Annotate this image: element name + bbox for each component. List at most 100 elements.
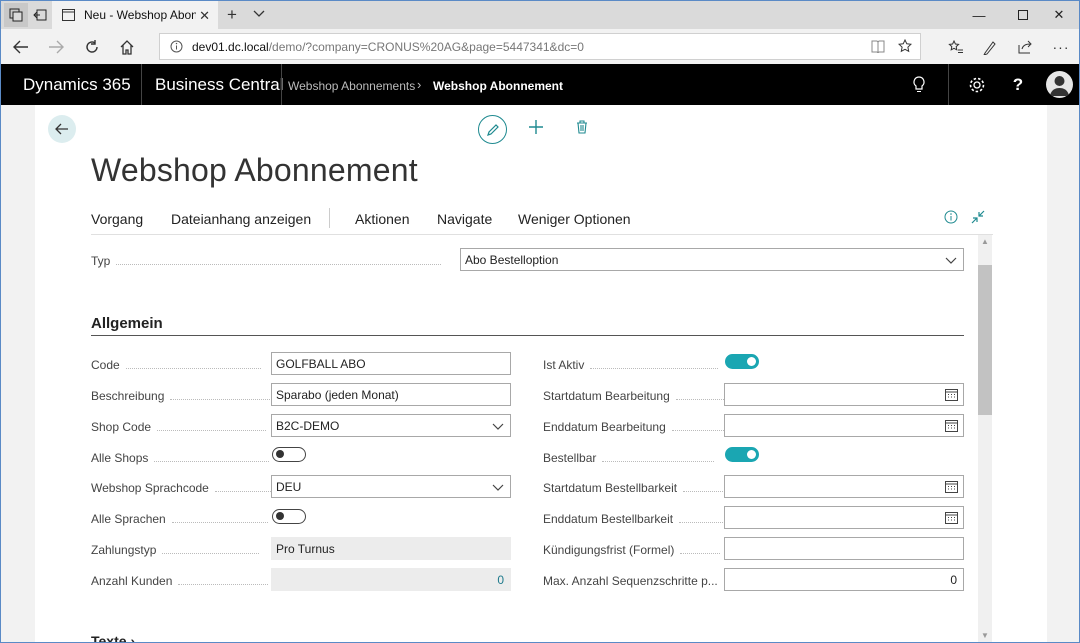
enddatum-bestellbarkeit-field[interactable]: [724, 506, 964, 529]
set-tabs-aside-icon[interactable]: [28, 3, 52, 27]
chevron-down-icon: [945, 257, 957, 264]
help-icon[interactable]: ?: [1007, 74, 1029, 96]
close-window-icon[interactable]: ✕: [1037, 1, 1079, 29]
startdatum-bearbeitung-field[interactable]: [724, 383, 964, 406]
divider: [141, 64, 142, 105]
favorite-star-icon[interactable]: [898, 39, 912, 53]
browser-tab[interactable]: Neu - Webshop Abonne ✕: [52, 1, 218, 29]
zahlungstyp-field: Pro Turnus: [271, 537, 511, 560]
section-title[interactable]: Allgemein: [91, 315, 163, 332]
reading-view-icon[interactable]: [871, 40, 885, 53]
field-label-alle-sprachen: Alle Sprachen: [91, 512, 268, 526]
pencil-icon: [486, 123, 499, 136]
back-icon[interactable]: [9, 35, 33, 59]
minimize-icon[interactable]: —: [957, 1, 1001, 29]
address-bar[interactable]: dev01.dc.local/demo/?company=CRONUS%20AG…: [159, 33, 921, 60]
refresh-icon[interactable]: [80, 35, 104, 59]
startdatum-bestellbarkeit-field[interactable]: [724, 475, 964, 498]
field-label-startdatum-bearbeitung: Startdatum Bearbeitung: [543, 389, 724, 403]
typ-select[interactable]: Abo Bestelloption: [460, 248, 964, 271]
lightbulb-icon[interactable]: [908, 74, 930, 96]
chevron-down-icon: [492, 484, 504, 491]
field-label-kuendigungsfrist: Kündigungsfrist (Formel): [543, 543, 721, 557]
app-header: Dynamics 365 Business Central Webshop Ab…: [1, 64, 1079, 105]
action-aktionen[interactable]: Aktionen: [355, 211, 409, 227]
collapse-icon[interactable]: [971, 210, 985, 224]
edit-button[interactable]: [478, 115, 507, 144]
page-icon: [62, 9, 75, 21]
sprachcode-select[interactable]: DEU: [271, 475, 511, 498]
field-label-startdatum-bestellbarkeit: Startdatum Bestellbarkeit: [543, 481, 724, 495]
max-sequenzschritte-field[interactable]: 0: [724, 568, 964, 591]
enddatum-bearbeitung-field[interactable]: [724, 414, 964, 437]
field-label-beschreibung: Beschreibung: [91, 389, 271, 403]
scroll-down-icon[interactable]: ▼: [981, 631, 989, 640]
field-label-enddatum-bestellbarkeit: Enddatum Bestellbarkeit: [543, 512, 728, 526]
share-icon[interactable]: [1013, 35, 1037, 59]
bestellbar-toggle[interactable]: [725, 447, 759, 462]
action-vorgang[interactable]: Vorgang: [91, 211, 143, 227]
breadcrumb-current: Webshop Abonnement: [433, 79, 563, 93]
scroll-up-icon[interactable]: ▲: [981, 237, 989, 246]
divider: [329, 208, 330, 228]
calendar-icon[interactable]: [945, 388, 958, 401]
scrollbar-thumb[interactable]: [978, 265, 992, 415]
alle-shops-toggle[interactable]: [272, 447, 306, 462]
field-label-shop-code: Shop Code: [91, 420, 267, 434]
field-label-enddatum-bearbeitung: Enddatum Bearbeitung: [543, 420, 728, 434]
add-icon[interactable]: [528, 119, 544, 135]
beschreibung-field[interactable]: Sparabo (jeden Monat): [271, 383, 511, 406]
info-icon[interactable]: [944, 210, 958, 224]
divider: [281, 64, 282, 105]
browser-window: Neu - Webshop Abonne ✕ + — ✕ dev01.dc.lo…: [0, 0, 1080, 643]
divider: [91, 234, 993, 235]
divider: [91, 335, 964, 336]
back-button[interactable]: [48, 115, 76, 143]
field-label-zahlungstyp: Zahlungstyp: [91, 543, 260, 557]
breadcrumb-item[interactable]: Webshop Abonnements: [288, 79, 415, 93]
chevron-right-icon: ›: [130, 633, 136, 643]
avatar[interactable]: [1046, 71, 1073, 98]
forward-icon[interactable]: [44, 35, 68, 59]
new-tab-icon[interactable]: +: [227, 5, 237, 25]
chevron-down-icon: [492, 423, 504, 430]
trash-icon[interactable]: [576, 120, 588, 134]
tab-title: Neu - Webshop Abonne: [84, 8, 196, 22]
scrollbar[interactable]: ▲ ▼: [978, 235, 992, 642]
shop-code-select[interactable]: B2C-DEMO: [271, 414, 511, 437]
chevron-down-icon[interactable]: [253, 7, 265, 19]
app-name[interactable]: Business Central: [155, 75, 284, 95]
kuendigungsfrist-field[interactable]: [724, 537, 964, 560]
section-title-next[interactable]: Texte ›: [91, 633, 136, 643]
calendar-icon[interactable]: [945, 511, 958, 524]
ist-aktiv-toggle[interactable]: [725, 354, 759, 369]
gear-icon[interactable]: [966, 74, 988, 96]
url-path: /demo/?company=CRONUS%20AG&page=5447341&…: [268, 39, 584, 54]
chevron-right-icon: ›: [417, 77, 422, 92]
action-dateianhang[interactable]: Dateianhang anzeigen: [171, 211, 311, 227]
alle-sprachen-toggle[interactable]: [272, 509, 306, 524]
calendar-icon[interactable]: [945, 419, 958, 432]
product-name[interactable]: Dynamics 365: [23, 75, 131, 95]
page-card: Webshop Abonnement Vorgang Dateianhang a…: [35, 105, 1047, 643]
code-field[interactable]: GOLFBALL ABO: [271, 352, 511, 375]
more-icon[interactable]: ···: [1049, 35, 1073, 59]
anzahl-kunden-field[interactable]: 0: [271, 568, 511, 591]
tab-manager-icon[interactable]: [4, 3, 28, 27]
navigation-bar: dev01.dc.local/demo/?company=CRONUS%20AG…: [1, 29, 1079, 64]
field-label-alle-shops: Alle Shops: [91, 451, 270, 465]
field-label-code: Code: [91, 358, 261, 372]
field-label-bestellbar: Bestellbar: [543, 451, 715, 465]
home-icon[interactable]: [115, 35, 139, 59]
field-label-anzahl-kunden: Anzahl Kunden: [91, 574, 269, 588]
action-weniger-optionen[interactable]: Weniger Optionen: [518, 211, 631, 227]
favorites-hub-icon[interactable]: [944, 35, 968, 59]
calendar-icon[interactable]: [945, 480, 958, 493]
info-icon[interactable]: [170, 40, 183, 53]
close-tab-icon[interactable]: ✕: [199, 8, 210, 24]
notes-pen-icon[interactable]: [978, 35, 1002, 59]
action-navigate[interactable]: Navigate: [437, 211, 492, 227]
tab-bar: Neu - Webshop Abonne ✕ + — ✕: [1, 1, 1079, 29]
field-label-max-sequenzschritte: Max. Anzahl Sequenzschritte p...: [543, 574, 718, 588]
field-label-ist-aktiv: Ist Aktiv: [543, 358, 719, 372]
